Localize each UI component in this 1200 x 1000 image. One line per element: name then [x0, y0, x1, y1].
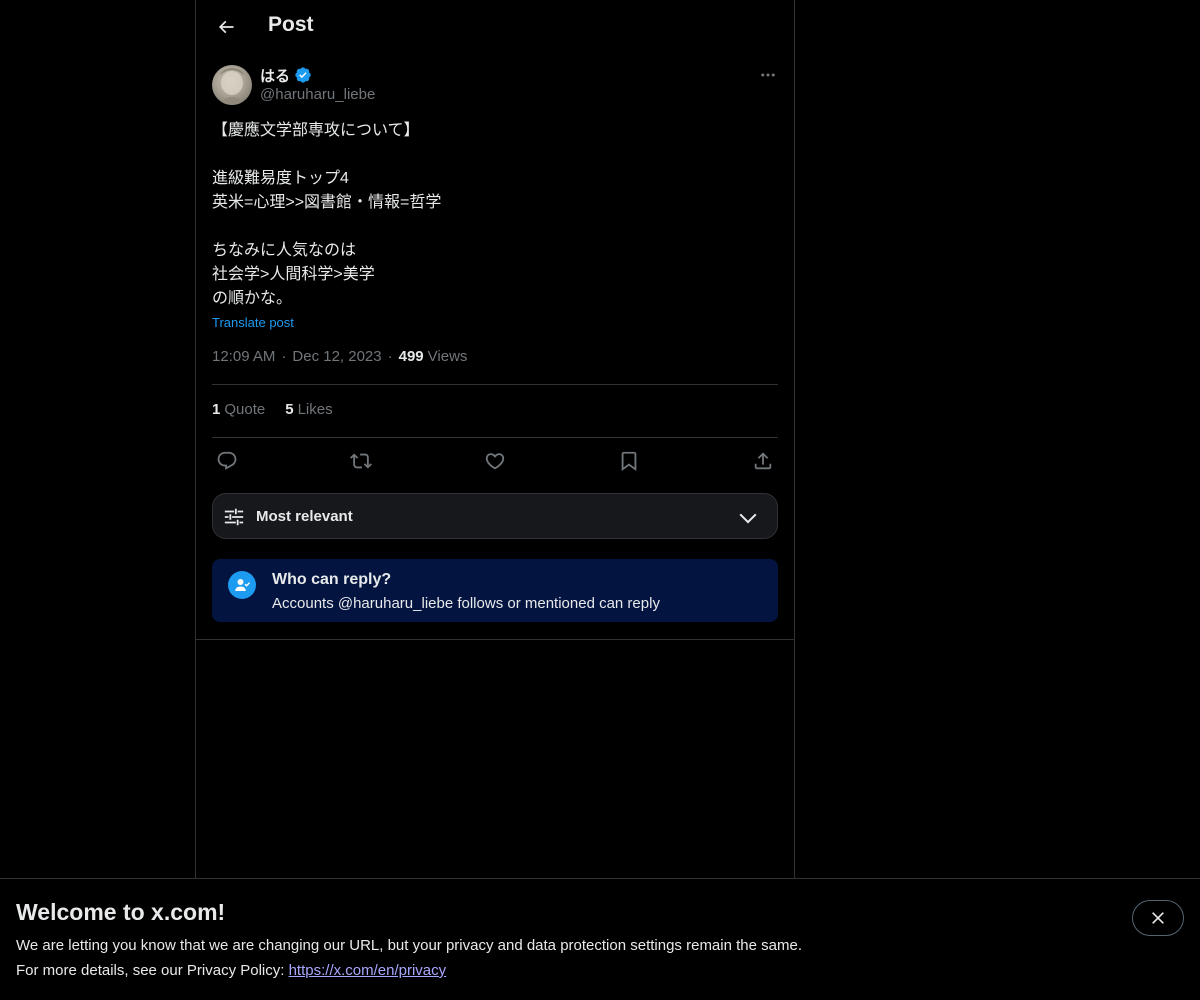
close-icon — [1152, 912, 1164, 924]
repost-icon — [350, 453, 372, 469]
sort-replies-dropdown[interactable]: Most relevant — [212, 493, 778, 539]
display-name[interactable]: はる — [260, 65, 290, 86]
verified-badge-icon[interactable] — [294, 66, 312, 84]
meta-separator: · — [281, 348, 287, 365]
likes-count: 5 — [285, 401, 294, 418]
author-handle[interactable]: @haruharu_liebe — [260, 86, 375, 103]
reply-button[interactable] — [212, 447, 242, 475]
divider — [212, 437, 778, 438]
likes-stat[interactable]: 5 Likes — [285, 401, 332, 418]
likes-label: Likes — [297, 401, 333, 418]
sliders-icon — [224, 508, 244, 526]
person-check-icon — [228, 571, 256, 599]
page-title: Post — [268, 13, 314, 36]
banner-title: Welcome to x.com! — [16, 899, 226, 925]
tweet-actions — [212, 447, 778, 475]
share-button[interactable] — [748, 447, 778, 475]
heart-icon — [485, 453, 505, 470]
bookmark-icon — [621, 451, 637, 472]
author-name-row[interactable]: はる — [260, 65, 312, 85]
welcome-banner: Welcome to x.com! We are letting you kno… — [0, 878, 1200, 1000]
reply-restriction-title: Who can reply? — [272, 571, 392, 588]
quotes-stat[interactable]: 1 Quote — [212, 401, 265, 418]
reply-restriction-description: Accounts @haruharu_liebe follows or ment… — [272, 595, 660, 612]
avatar[interactable] — [212, 65, 252, 105]
translate-post-link[interactable]: Translate post — [212, 315, 294, 330]
avatar-image — [218, 68, 246, 105]
post-header: Post — [196, 0, 794, 54]
quotes-count: 1 — [212, 401, 221, 418]
reply-restriction-notice: Who can reply? Accounts @haruharu_liebe … — [212, 559, 778, 622]
tweet-meta: 12:09 AM · Dec 12, 2023 · 499 Views — [212, 348, 467, 365]
tweet-stats: 1 Quote 5 Likes — [212, 401, 353, 418]
back-button[interactable] — [208, 9, 244, 45]
tweet-time[interactable]: 12:09 AM — [212, 348, 275, 365]
bookmark-button[interactable] — [614, 447, 644, 475]
sort-label: Most relevant — [256, 508, 353, 525]
chevron-down-icon — [739, 513, 757, 524]
divider — [196, 639, 794, 640]
views-count: 499 — [398, 348, 424, 365]
quotes-label: Quote — [224, 401, 266, 418]
primary-column: Post はる @haruharu_liebe 【慶應文学部専攻について】 進級… — [195, 0, 795, 878]
privacy-policy-link[interactable]: https://x.com/en/privacy — [289, 962, 447, 979]
banner-message: We are letting you know that we are chan… — [16, 937, 802, 954]
divider — [212, 384, 778, 385]
views-label: Views — [427, 348, 468, 365]
banner-privacy-line: For more details, see our Privacy Policy… — [16, 962, 446, 979]
arrow-left-icon — [218, 20, 234, 34]
close-banner-button[interactable] — [1132, 900, 1184, 936]
repost-button[interactable] — [346, 447, 376, 475]
more-options-button[interactable] — [754, 63, 782, 87]
like-button[interactable] — [480, 447, 510, 475]
tweet-text: 【慶應文学部専攻について】 進級難易度トップ4 英米=心理>>図書館・情報=哲学… — [212, 122, 442, 307]
share-icon — [754, 452, 772, 470]
more-horizontal-icon — [761, 73, 775, 77]
tweet-date[interactable]: Dec 12, 2023 — [292, 348, 381, 365]
reply-icon — [217, 451, 237, 470]
banner-privacy-prefix: For more details, see our Privacy Policy… — [16, 962, 289, 979]
meta-separator: · — [387, 348, 393, 365]
